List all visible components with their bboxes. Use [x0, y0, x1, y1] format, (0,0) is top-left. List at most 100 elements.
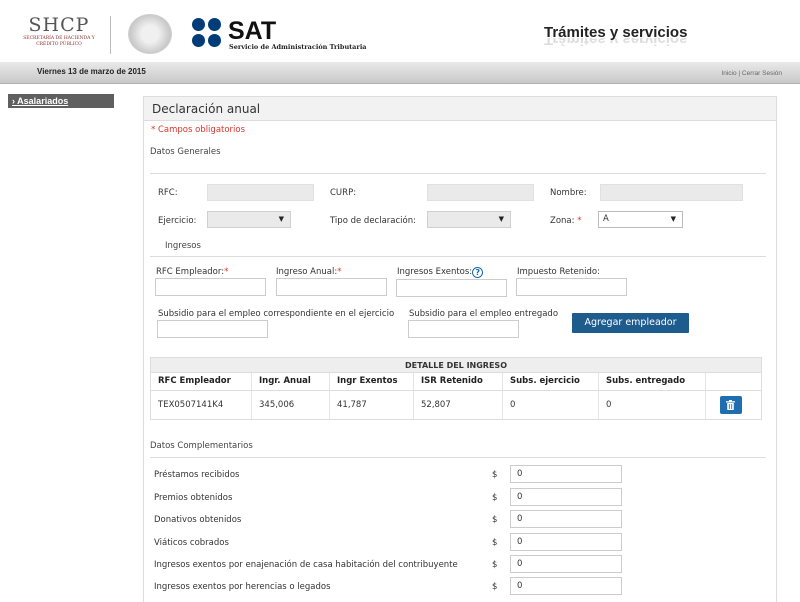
column-header: Ingr. Anual	[252, 373, 330, 390]
viaticos-cobrados-input[interactable]: 0	[510, 533, 622, 551]
ejercicio-label: Ejercicio:	[158, 216, 197, 226]
ingresos-enajenacion-input[interactable]: 0	[510, 555, 622, 573]
ingresos-exentos-input[interactable]	[396, 279, 507, 297]
currency-symbol: $	[492, 515, 498, 525]
complementario-label: Ingresos exentos por herencias o legados	[154, 582, 331, 592]
rfc-empleador-label-text: RFC Empleador:	[156, 267, 225, 277]
detalle-ingreso-table: DETALLE DEL INGRESO RFC Empleador Ingr. …	[150, 357, 762, 420]
header-divider	[110, 16, 111, 54]
current-date: Viernes 13 de marzo de 2015	[37, 67, 146, 76]
help-icon[interactable]: ?	[472, 267, 484, 278]
ingreso-anual-label: Ingreso Anual:*	[276, 267, 341, 277]
shcp-logo: SHCP SECRETARÍA DE HACIENDA Y CRÉDITO PÚ…	[14, 14, 104, 48]
required-asterisk: *	[337, 267, 342, 277]
table-row: TEX0507141K4 345,006 41,787 52,807 0 0	[151, 391, 761, 419]
currency-symbol: $	[492, 470, 498, 480]
complementario-label: Donativos obtenidos	[154, 515, 242, 525]
ingresos-exentos-label: Ingresos Exentos:?	[397, 267, 484, 278]
column-header: ISR Retenido	[414, 373, 503, 390]
complementario-label: Premios obtenidos	[154, 493, 233, 503]
currency-symbol: $	[492, 560, 498, 570]
zona-select-value: A	[603, 214, 609, 224]
column-header: Subs. ejercicio	[503, 373, 599, 390]
divider	[150, 457, 766, 458]
column-header: RFC Empleador	[151, 373, 252, 390]
arrow-right-icon: ›	[12, 96, 15, 106]
required-asterisk: *	[577, 216, 582, 226]
datos-generales-heading: Datos Generales	[150, 147, 221, 157]
chevron-down-icon: ▼	[498, 215, 504, 223]
sat-logo-icon	[192, 18, 224, 50]
nombre-label: Nombre:	[550, 188, 587, 198]
table-cell-actions	[706, 391, 761, 419]
subsidio-entregado-label: Subsidio para el empleo entregado	[409, 309, 559, 319]
table-cell: TEX0507141K4	[151, 391, 252, 419]
table-cell: 0	[599, 391, 706, 419]
subsidio-ejercicio-label: Subsidio para el empleo correspondiente …	[158, 309, 395, 319]
ingreso-anual-input[interactable]	[276, 278, 387, 296]
complementario-label: Préstamos recibidos	[154, 470, 240, 480]
donativos-obtenidos-input[interactable]: 0	[510, 510, 622, 528]
required-asterisk: *	[224, 267, 229, 277]
required-note: * Campos obligatorios	[151, 125, 246, 135]
shcp-logo-text: SHCP	[28, 14, 90, 36]
table-cell: 0	[503, 391, 599, 419]
tipo-declaracion-label: Tipo de declaración:	[330, 216, 416, 226]
complementario-label: Ingresos exentos por enajenación de casa…	[154, 560, 458, 570]
table-cell: 345,006	[252, 391, 330, 419]
shcp-logo-subtitle: SECRETARÍA DE HACIENDA Y CRÉDITO PÚBLICO	[23, 36, 95, 47]
cerrar-sesion-link[interactable]: Cerrar Sesión	[742, 70, 782, 77]
rfc-empleador-input[interactable]	[155, 278, 266, 296]
date-bar: Viernes 13 de marzo de 2015 Inicio | Cer…	[0, 62, 800, 84]
inicio-link[interactable]: Inicio	[721, 70, 736, 77]
ingresos-herencias-input[interactable]: 0	[510, 577, 622, 595]
sat-logo-text: SAT	[228, 17, 277, 45]
ingresos-exentos-label-text: Ingresos Exentos:	[397, 267, 473, 277]
zona-label-text: Zona:	[550, 216, 575, 226]
trash-icon	[726, 400, 735, 410]
ejercicio-select[interactable]: ▼	[207, 211, 291, 228]
subsidio-entregado-input[interactable]	[408, 320, 519, 338]
curp-field	[427, 184, 534, 201]
column-header: Subs. entregado	[599, 373, 706, 390]
nombre-field	[600, 184, 743, 201]
ingreso-anual-label-text: Ingreso Anual:	[276, 267, 338, 277]
curp-label: CURP:	[330, 188, 357, 198]
table-caption: DETALLE DEL INGRESO	[151, 358, 761, 373]
prestamos-recibidos-input[interactable]: 0	[510, 465, 622, 483]
column-header: Ingr Exentos	[330, 373, 414, 390]
premios-obtenidos-input[interactable]: 0	[510, 488, 622, 506]
sat-logo-subtitle: Servicio de Administración Tributaria	[229, 43, 367, 51]
ingresos-heading: Ingresos	[165, 241, 201, 251]
rfc-empleador-label: RFC Empleador:*	[156, 267, 228, 277]
sidebar-item-label: Asalariados	[17, 96, 69, 106]
table-cell: 41,787	[330, 391, 414, 419]
site-header: SHCP SECRETARÍA DE HACIENDA Y CRÉDITO PÚ…	[0, 0, 800, 64]
divider	[150, 173, 766, 174]
sidebar-item-asalariados[interactable]: › Asalariados	[8, 94, 114, 108]
impuesto-retenido-label: Impuesto Retenido:	[517, 267, 600, 277]
panel-title: Declaración anual	[144, 97, 776, 121]
subsidio-ejercicio-input[interactable]	[157, 320, 268, 338]
currency-symbol: $	[492, 582, 498, 592]
rfc-field	[207, 184, 314, 201]
datos-complementarios-heading: Datos Complementarios	[150, 441, 253, 451]
zona-select[interactable]: A ▼	[598, 211, 683, 228]
page-heading-reflection: Trámites y servicios	[544, 38, 688, 48]
declaracion-panel: Declaración anual * Campos obligatorios	[143, 96, 777, 602]
chevron-down-icon: ▼	[278, 215, 284, 223]
impuesto-retenido-input[interactable]	[516, 278, 627, 296]
rfc-label: RFC:	[158, 188, 178, 198]
zona-label: Zona: *	[550, 216, 581, 226]
complementario-label: Viáticos cobrados	[154, 538, 229, 548]
currency-symbol: $	[492, 493, 498, 503]
table-cell: 52,807	[414, 391, 503, 419]
currency-symbol: $	[492, 538, 498, 548]
agregar-empleador-button[interactable]: Agregar empleador	[572, 313, 689, 333]
delete-row-button[interactable]	[720, 396, 742, 414]
table-header-row: RFC Empleador Ingr. Anual Ingr Exentos I…	[151, 373, 761, 391]
session-links: Inicio | Cerrar Sesión	[721, 70, 782, 77]
column-header	[706, 373, 761, 390]
divider	[150, 256, 766, 257]
tipo-declaracion-select[interactable]: ▼	[427, 211, 511, 228]
